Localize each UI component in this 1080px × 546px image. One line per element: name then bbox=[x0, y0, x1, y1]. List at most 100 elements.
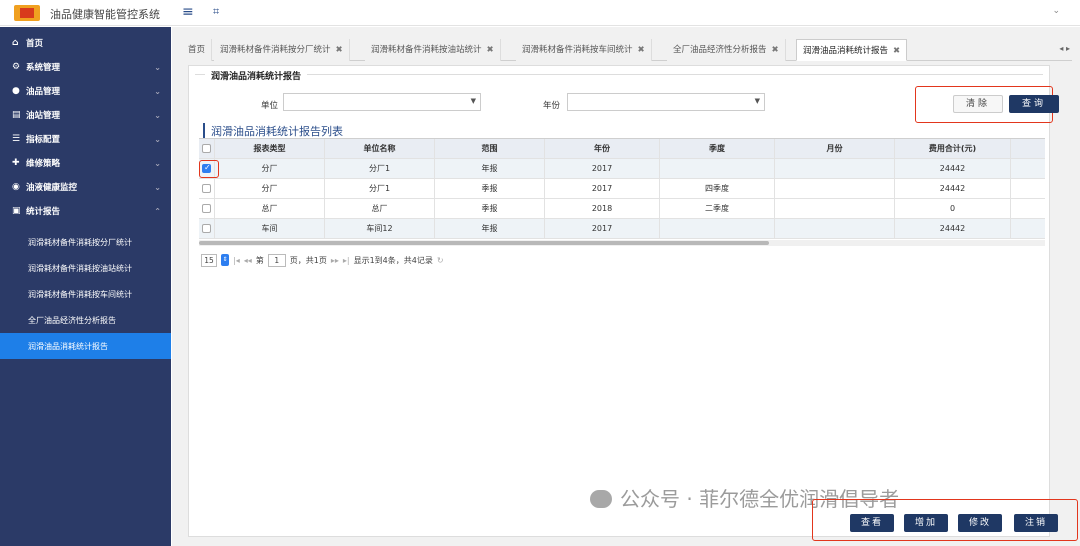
table-cell: 0 bbox=[895, 199, 1011, 218]
report-table: 报表类型 单位名称 范围 年份 季度 月份 费用合计(元) 分厂 分厂1 年报 … bbox=[199, 138, 1045, 239]
column-header[interactable]: 单位名称 bbox=[325, 139, 435, 158]
horizontal-scrollbar[interactable] bbox=[199, 240, 1045, 246]
row-select-cell[interactable] bbox=[199, 219, 215, 238]
column-filler bbox=[1011, 139, 1045, 158]
column-header[interactable]: 费用合计(元) bbox=[895, 139, 1011, 158]
table-header: 报表类型 单位名称 范围 年份 季度 月份 费用合计(元) bbox=[199, 139, 1045, 159]
main-content: 首页 润滑耗材备件消耗按分厂统计 ✖ 润滑耗材备件消耗按油站统计 ✖ 润滑耗材备件消… bbox=[172, 27, 1080, 546]
table-cell: 二季度 bbox=[660, 199, 775, 218]
table-cell-filler bbox=[1011, 199, 1045, 218]
sidebar-item-indicator[interactable]: ☰ 指标配置 ⌄ bbox=[0, 127, 171, 151]
fullscreen-icon[interactable]: ⌗ bbox=[213, 5, 219, 19]
tab-scroll-arrows[interactable]: ◂ ▸ bbox=[1059, 44, 1070, 53]
chevron-down-icon[interactable]: ⌄ bbox=[1052, 6, 1060, 16]
table-cell: 年报 bbox=[435, 219, 545, 238]
select-all-checkbox[interactable] bbox=[202, 144, 211, 153]
sliders-icon: ☰ bbox=[12, 134, 21, 144]
add-button[interactable]: 增加 bbox=[904, 514, 948, 532]
prev-page-icon[interactable]: ◂◂ bbox=[244, 256, 252, 265]
sidebar-item-label: 首页 bbox=[26, 39, 44, 49]
chevron-down-icon: ⌄ bbox=[154, 134, 161, 144]
sidebar-item-oil[interactable]: ● 油品管理 ⌄ bbox=[0, 79, 171, 103]
sidebar-item-system[interactable]: ⚙ 系统管理 ⌄ bbox=[0, 55, 171, 79]
table-cell: 年报 bbox=[435, 159, 545, 178]
tab-economic-report[interactable]: 全厂油品经济性分析报告 ✖ bbox=[667, 39, 786, 61]
unit-select[interactable]: ▼ bbox=[283, 93, 481, 111]
sidebar-item-label: 统计报告 bbox=[26, 207, 61, 217]
sidebar-sub-item[interactable]: 全厂油品经济性分析报告 bbox=[0, 307, 171, 333]
chevron-up-icon: ⌃ bbox=[154, 206, 161, 216]
row-select-cell[interactable] bbox=[199, 199, 215, 218]
tab-consumption-report[interactable]: 润滑油品消耗统计报告 ✖ bbox=[796, 39, 908, 61]
tab-bar: 首页 润滑耗材备件消耗按分厂统计 ✖ 润滑耗材备件消耗按油站统计 ✖ 润滑耗材备件消… bbox=[182, 39, 1072, 61]
table-cell: 24442 bbox=[895, 159, 1011, 178]
close-icon[interactable]: ✖ bbox=[638, 45, 645, 55]
filter-legend: 润滑油品消耗统计报告 bbox=[205, 69, 308, 82]
wechat-icon bbox=[590, 490, 612, 508]
table-cell: 分厂 bbox=[215, 179, 325, 198]
table-cell: 分厂1 bbox=[325, 159, 435, 178]
refresh-icon[interactable]: ↻ bbox=[437, 256, 444, 265]
tab-label: 润滑油品消耗统计报告 bbox=[803, 46, 889, 56]
tab-station-stats[interactable]: 润滑耗材备件消耗按油站统计 ✖ bbox=[365, 39, 501, 61]
row-checkbox[interactable] bbox=[202, 184, 211, 193]
sidebar-sub-item[interactable]: 润滑耗材备件消耗按油站统计 bbox=[0, 255, 171, 281]
select-all-cell[interactable] bbox=[199, 139, 215, 158]
sidebar-sub-item[interactable]: 润滑耗材备件消耗按分厂统计 bbox=[0, 229, 171, 255]
table-cell: 车间 bbox=[215, 219, 325, 238]
sidebar-item-station[interactable]: ▤ 油站管理 ⌄ bbox=[0, 103, 171, 127]
table-row[interactable]: 分厂 分厂1 季报 2017 四季度 24442 bbox=[199, 179, 1045, 199]
first-page-icon[interactable]: |◂ bbox=[233, 256, 240, 265]
year-select[interactable]: ▼ bbox=[567, 93, 765, 111]
table-row[interactable]: 总厂 总厂 季报 2018 二季度 0 bbox=[199, 199, 1045, 219]
droplet-icon: ● bbox=[12, 86, 20, 96]
table-cell: 分厂 bbox=[215, 159, 325, 178]
hamburger-menu-icon[interactable]: ≡ bbox=[182, 4, 194, 20]
spinner-icon[interactable]: ⇕ bbox=[221, 254, 229, 266]
sidebar-sub-item[interactable]: 润滑耗材备件消耗按车间统计 bbox=[0, 281, 171, 307]
column-header[interactable]: 月份 bbox=[775, 139, 895, 158]
column-header[interactable]: 年份 bbox=[545, 139, 660, 158]
tab-workshop-stats[interactable]: 润滑耗材备件消耗按车间统计 ✖ bbox=[516, 39, 652, 61]
top-bar: 油品健康智能管控系统 ≡ ⌗ ⌄ bbox=[0, 0, 1080, 26]
sidebar-item-label: 油站管理 bbox=[26, 111, 61, 121]
close-icon[interactable]: ✖ bbox=[893, 46, 900, 56]
sidebar-sub-item-active[interactable]: 润滑油品消耗统计报告 bbox=[0, 333, 171, 359]
column-header[interactable]: 报表类型 bbox=[215, 139, 325, 158]
edit-button[interactable]: 修改 bbox=[958, 514, 1002, 532]
view-button[interactable]: 查看 bbox=[850, 514, 894, 532]
next-page-icon[interactable]: ▸▸ bbox=[331, 256, 339, 265]
page-number-input[interactable]: 1 bbox=[267, 253, 286, 267]
table-row[interactable]: 分厂 分厂1 年报 2017 24442 bbox=[199, 159, 1045, 179]
close-icon[interactable]: ✖ bbox=[336, 45, 343, 55]
table-cell: 2017 bbox=[545, 219, 660, 238]
row-checkbox[interactable] bbox=[202, 224, 211, 233]
sidebar-item-maintenance[interactable]: ✚ 维修策略 ⌄ bbox=[0, 151, 171, 175]
column-header[interactable]: 季度 bbox=[660, 139, 775, 158]
sidebar-item-report[interactable]: ▣ 统计报告 ⌃ bbox=[0, 199, 171, 223]
cancel-button[interactable]: 注销 bbox=[1014, 514, 1058, 532]
chevron-down-icon: ⌄ bbox=[154, 86, 161, 96]
page-size-select[interactable]: 15 bbox=[201, 253, 217, 267]
close-icon[interactable]: ✖ bbox=[487, 45, 494, 55]
close-icon[interactable]: ✖ bbox=[772, 45, 779, 55]
query-button[interactable]: 查询 bbox=[1009, 95, 1059, 113]
chevron-down-icon: ⌄ bbox=[154, 110, 161, 120]
last-page-icon[interactable]: ▸| bbox=[343, 256, 350, 265]
table-cell bbox=[775, 219, 895, 238]
chevron-down-icon: ⌄ bbox=[154, 158, 161, 168]
table-cell: 季报 bbox=[435, 179, 545, 198]
column-header[interactable]: 范围 bbox=[435, 139, 545, 158]
row-checkbox[interactable] bbox=[202, 204, 211, 213]
scrollbar-thumb[interactable] bbox=[199, 241, 769, 245]
table-cell bbox=[775, 199, 895, 218]
page-summary: 显示1到4条，共4记录 bbox=[353, 255, 433, 265]
table-cell: 季报 bbox=[435, 199, 545, 218]
sidebar-item-home[interactable]: ⌂ 首页 bbox=[0, 31, 171, 55]
sidebar-item-monitor[interactable]: ◉ 油液健康监控 ⌄ bbox=[0, 175, 171, 199]
table-row[interactable]: 车间 车间12 年报 2017 24442 bbox=[199, 219, 1045, 239]
tab-branch-stats[interactable]: 润滑耗材备件消耗按分厂统计 ✖ bbox=[214, 39, 350, 61]
tab-home[interactable]: 首页 bbox=[182, 39, 213, 61]
row-select-cell[interactable] bbox=[199, 179, 215, 198]
clear-button[interactable]: 清除 bbox=[953, 95, 1003, 113]
